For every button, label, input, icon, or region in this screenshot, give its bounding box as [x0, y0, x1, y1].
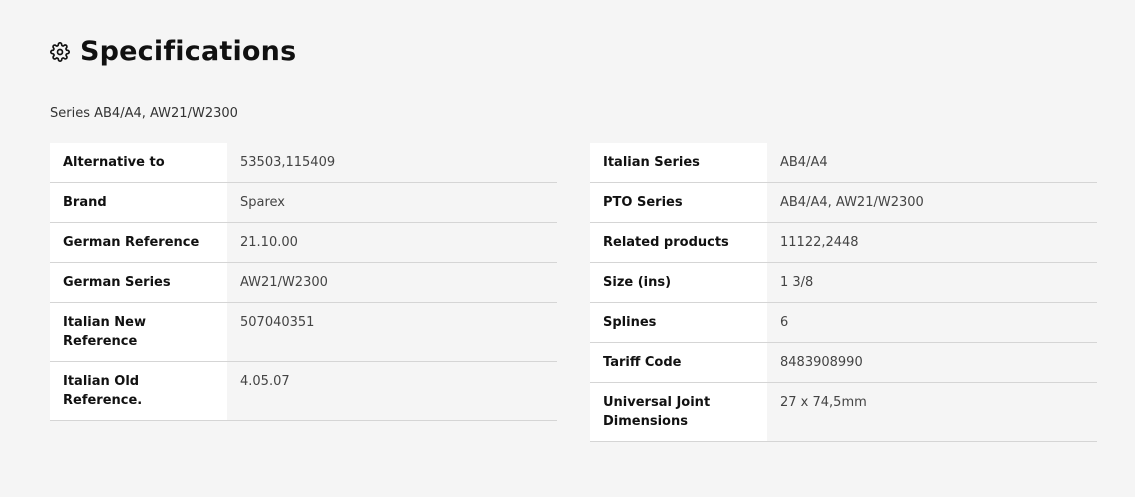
table-row: PTO Series AB4/A4, AW21/W2300: [590, 182, 1097, 223]
table-row: Splines 6: [590, 302, 1097, 343]
spec-value: 4.05.07: [227, 361, 557, 421]
table-row: Tariff Code 8483908990: [590, 342, 1097, 383]
spec-label: PTO Series: [590, 182, 767, 223]
table-row: Alternative to 53503,115409: [50, 143, 557, 183]
spec-label: Universal Joint Dimensions: [590, 382, 767, 442]
spec-value: Sparex: [227, 182, 557, 223]
spec-label: Italian New Reference: [50, 302, 227, 362]
spec-label: Brand: [50, 182, 227, 223]
spec-label: Italian Old Reference.: [50, 361, 227, 421]
table-row: Brand Sparex: [50, 182, 557, 223]
spec-value: 507040351: [227, 302, 557, 362]
table-row: Italian Series AB4/A4: [590, 143, 1097, 183]
spec-label: Splines: [590, 302, 767, 343]
table-row: Size (ins) 1 3/8: [590, 262, 1097, 303]
table-row: German Reference 21.10.00: [50, 222, 557, 263]
spec-label: Tariff Code: [590, 342, 767, 383]
spec-value: AW21/W2300: [227, 262, 557, 303]
spec-label: German Reference: [50, 222, 227, 263]
spec-label: Alternative to: [50, 143, 227, 183]
spec-value: AB4/A4, AW21/W2300: [767, 182, 1097, 223]
table-row: Italian New Reference 507040351: [50, 302, 557, 362]
table-row: Italian Old Reference. 4.05.07: [50, 361, 557, 421]
gear-icon: [50, 41, 70, 62]
spec-value: 1 3/8: [767, 262, 1097, 303]
section-title: Specifications: [80, 36, 297, 67]
spec-label: Size (ins): [590, 262, 767, 303]
spec-value: 21.10.00: [227, 222, 557, 263]
spec-value: 53503,115409: [227, 143, 557, 183]
table-row: Related products 11122,2448: [590, 222, 1097, 263]
series-subtitle: Series AB4/A4, AW21/W2300: [50, 106, 238, 121]
spec-value: AB4/A4: [767, 143, 1097, 183]
section-header: Specifications: [50, 36, 296, 67]
spec-label: Italian Series: [590, 143, 767, 183]
spec-table-right: Italian Series AB4/A4 PTO Series AB4/A4,…: [590, 143, 1097, 442]
spec-value: 8483908990: [767, 342, 1097, 383]
spec-value: 11122,2448: [767, 222, 1097, 263]
spec-label: German Series: [50, 262, 227, 303]
spec-label: Related products: [590, 222, 767, 263]
table-row: German Series AW21/W2300: [50, 262, 557, 303]
spec-value: 27 x 74,5mm: [767, 382, 1097, 442]
spec-value: 6: [767, 302, 1097, 343]
table-row: Universal Joint Dimensions 27 x 74,5mm: [590, 382, 1097, 442]
spec-table-left: Alternative to 53503,115409 Brand Sparex…: [50, 143, 557, 421]
